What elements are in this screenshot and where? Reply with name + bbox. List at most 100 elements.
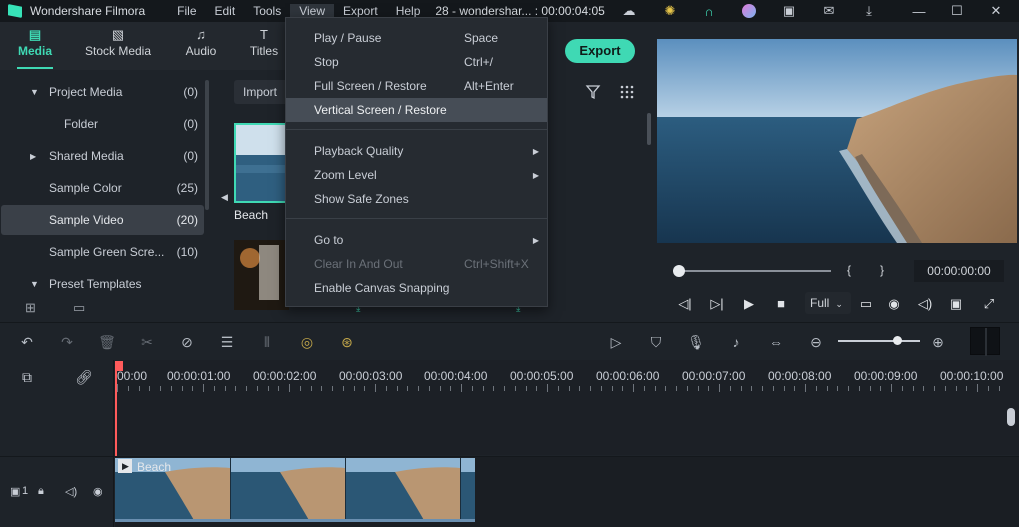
playhead-handle[interactable] bbox=[115, 361, 123, 371]
display-icon[interactable]: ▭ bbox=[857, 295, 875, 313]
menu-item-label: Enable Canvas Snapping bbox=[314, 281, 450, 295]
fullscreen-icon[interactable]: ⤢ bbox=[980, 295, 998, 313]
panel-layout-button[interactable] bbox=[970, 327, 1000, 356]
menu-tools[interactable]: Tools bbox=[244, 4, 290, 18]
pip-icon[interactable]: ▣ bbox=[947, 295, 965, 313]
sidebar-item-shared-media[interactable]: ▶ Shared Media (0) bbox=[0, 141, 204, 171]
menu-item-label: Zoom Level bbox=[314, 168, 377, 182]
microphone-icon[interactable]: 🎙︎ bbox=[686, 332, 706, 352]
undo-icon[interactable]: ↶ bbox=[17, 332, 37, 352]
menu-item-zoom-level[interactable]: Zoom Level ▶ bbox=[286, 163, 547, 187]
menu-help[interactable]: Help bbox=[387, 4, 430, 18]
redo-icon[interactable]: ↷ bbox=[57, 332, 77, 352]
menu-view[interactable]: View bbox=[290, 4, 334, 18]
menu-export[interactable]: Export bbox=[334, 4, 387, 18]
menu-item-show-safe-zones[interactable]: Show Safe Zones bbox=[286, 187, 547, 211]
crop-icon[interactable]: ⊘ bbox=[177, 332, 197, 352]
grid-view-icon[interactable] bbox=[619, 84, 635, 100]
tab-stock-media[interactable]: ▧ Stock Media bbox=[80, 28, 156, 59]
menu-item-stop[interactable]: Stop Ctrl+/ bbox=[286, 50, 547, 74]
marker-icon[interactable]: ⛉ bbox=[646, 332, 666, 352]
quality-label: Full bbox=[810, 296, 830, 310]
menu-item-enable-canvas-snapping[interactable]: Enable Canvas Snapping bbox=[286, 276, 547, 300]
expand-arrow-icon[interactable]: ▼ bbox=[30, 87, 39, 97]
stop-icon[interactable]: ■ bbox=[772, 295, 790, 313]
preview-timecode: 00:00:00:00 bbox=[914, 260, 1004, 282]
link-icon[interactable]: 🔗︎ bbox=[75, 369, 93, 386]
sidebar-item-preset-templates[interactable]: ▼ Preset Templates bbox=[0, 269, 204, 299]
previous-frame-icon[interactable]: ◁| bbox=[676, 295, 694, 313]
ruler-tick bbox=[945, 386, 946, 391]
zoom-in-icon[interactable]: ⊕ bbox=[928, 332, 948, 352]
tab-media[interactable]: ▤ Media bbox=[14, 28, 56, 59]
mail-icon[interactable]: ✉ bbox=[821, 3, 837, 19]
render-icon[interactable]: ▷ bbox=[606, 332, 626, 352]
media-thumbnail-beach[interactable] bbox=[234, 123, 289, 203]
menu-edit[interactable]: Edit bbox=[206, 4, 245, 18]
visibility-eye-icon[interactable]: ◉ bbox=[93, 485, 103, 498]
collapse-panel-icon[interactable]: ◀ bbox=[221, 192, 228, 203]
headset-icon[interactable]: ∩ bbox=[701, 3, 717, 19]
ruler-tick bbox=[999, 386, 1000, 391]
color-match-icon[interactable]: ◎ bbox=[297, 332, 317, 352]
expand-arrow-icon[interactable]: ▼ bbox=[30, 279, 39, 289]
media-scrollbar[interactable] bbox=[647, 113, 651, 145]
lightbulb-icon[interactable]: ✺ bbox=[662, 3, 678, 19]
voiceover-icon[interactable]: ♪ bbox=[726, 332, 746, 352]
menu-item-playback-quality[interactable]: Playback Quality ▶ bbox=[286, 139, 547, 163]
playback-quality-select[interactable]: Full ⌄ bbox=[805, 292, 851, 314]
tab-audio[interactable]: ♫ Audio bbox=[182, 28, 220, 59]
sidebar-item-sample-green-screen[interactable]: Sample Green Scre... (10) bbox=[0, 237, 204, 267]
cloud-icon[interactable]: ☁ bbox=[621, 3, 637, 19]
ruler-tick bbox=[203, 384, 204, 392]
add-track-icon[interactable]: ⧉ bbox=[22, 369, 32, 386]
sidebar-item-sample-video[interactable]: Sample Video (20) bbox=[1, 205, 204, 235]
download-icon[interactable]: ⤓ bbox=[861, 3, 877, 19]
ruler-tick bbox=[934, 386, 935, 391]
folder-icon[interactable]: ▭ bbox=[73, 300, 85, 316]
preview-progress-track[interactable] bbox=[679, 270, 831, 272]
adjust-icon[interactable]: ☰ bbox=[217, 332, 237, 352]
menu-item-play-pause[interactable]: Play / Pause Space bbox=[286, 26, 547, 50]
zoom-out-icon[interactable]: ⊖ bbox=[806, 332, 826, 352]
close-icon[interactable]: ✕ bbox=[988, 3, 1004, 19]
timeline-zoom-slider[interactable] bbox=[838, 340, 920, 342]
menu-file[interactable]: File bbox=[168, 4, 205, 18]
save-icon[interactable]: ▣ bbox=[781, 3, 797, 19]
snapshot-icon[interactable]: ◉ bbox=[885, 295, 903, 313]
filter-icon[interactable] bbox=[585, 84, 601, 100]
delete-icon[interactable]: 🗑︎ bbox=[97, 332, 117, 352]
menu-item-shortcut: Ctrl+Shift+X bbox=[464, 257, 529, 271]
next-frame-icon[interactable]: ▷| bbox=[708, 295, 726, 313]
volume-icon[interactable]: ◁) bbox=[916, 295, 934, 313]
media-thumbnail-2[interactable] bbox=[234, 240, 289, 310]
new-folder-icon[interactable]: ⊞ bbox=[25, 300, 36, 316]
tab-titles[interactable]: T Titles bbox=[246, 28, 282, 59]
menu-item-go-to[interactable]: Go to ▶ bbox=[286, 228, 547, 252]
speed-icon[interactable]: ⊛ bbox=[337, 332, 357, 352]
timeline-scrollbar[interactable] bbox=[1007, 408, 1015, 426]
play-icon[interactable]: ▶ bbox=[740, 295, 758, 313]
mark-in-button[interactable]: { bbox=[847, 263, 851, 277]
lock-icon[interactable]: 🔒︎ bbox=[38, 485, 44, 498]
maximize-icon[interactable]: ☐ bbox=[949, 3, 965, 19]
account-icon[interactable] bbox=[741, 3, 757, 19]
collapse-arrow-icon[interactable]: ▶ bbox=[30, 152, 36, 161]
minimize-icon[interactable]: — bbox=[911, 3, 927, 19]
audio-wave-icon[interactable]: ⦀ bbox=[257, 332, 277, 352]
mark-out-button[interactable]: } bbox=[880, 263, 884, 277]
sidebar-scrollbar[interactable] bbox=[205, 80, 209, 210]
sidebar-item-project-media[interactable]: ▼ Project Media (0) bbox=[0, 77, 204, 107]
menu-item-shortcut: Ctrl+/ bbox=[464, 55, 494, 69]
preview-progress-handle[interactable] bbox=[673, 265, 685, 277]
sidebar-item-sample-color[interactable]: Sample Color (25) bbox=[0, 173, 204, 203]
sidebar-item-folder[interactable]: Folder (0) bbox=[0, 109, 204, 139]
timeline-zoom-handle[interactable] bbox=[893, 336, 902, 345]
fit-timeline-icon[interactable]: ⇔ bbox=[766, 332, 786, 352]
menu-item-full-screen[interactable]: Full Screen / Restore Alt+Enter bbox=[286, 74, 547, 98]
export-button[interactable]: Export bbox=[565, 39, 635, 63]
cut-icon[interactable]: ✂ bbox=[137, 332, 157, 352]
mute-icon[interactable]: ◁) bbox=[65, 485, 77, 498]
preview-window[interactable] bbox=[657, 39, 1017, 243]
menu-item-vertical-screen[interactable]: Vertical Screen / Restore bbox=[286, 98, 547, 122]
